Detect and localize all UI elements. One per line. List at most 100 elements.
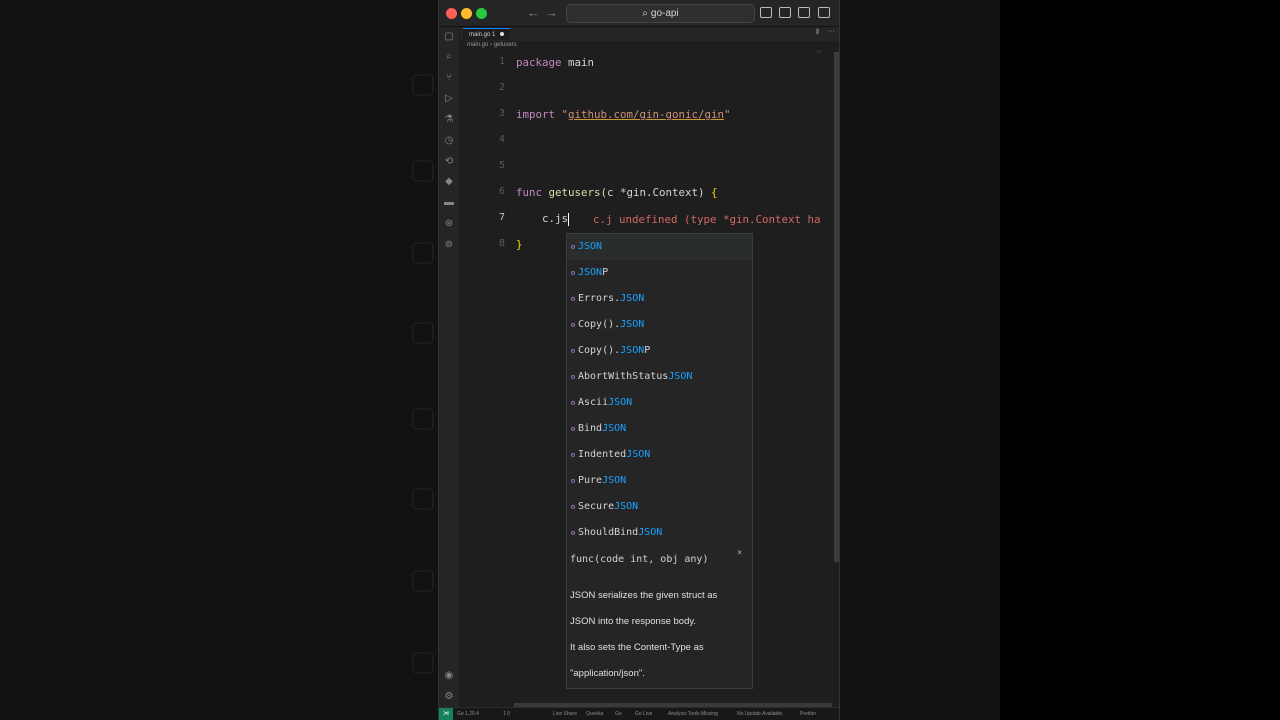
docker-icon[interactable]: ▬: [443, 197, 455, 209]
activity-bar: ▢ ⌕ ⑂ ▷ ⚗ ◷ ⟲ ◆ ▬ ⊛ ⊚ ◉ ⚙: [439, 27, 459, 707]
signature-text: func(code int, obj any): [570, 554, 709, 565]
more-actions-icon[interactable]: ···: [828, 28, 835, 35]
settings-icon[interactable]: ⚙: [443, 691, 455, 703]
close-window-button[interactable]: [446, 8, 457, 19]
command-center-search[interactable]: ⌕ go-api: [566, 4, 755, 23]
code-line-active[interactable]: c.js: [516, 212, 570, 226]
doc-line: It also sets the Content-Type as: [570, 642, 704, 653]
suggestion-item[interactable]: ⚙ Errors.JSON: [567, 286, 752, 312]
go-version[interactable]: Go 1.20.4: [457, 711, 479, 717]
remote-icon[interactable]: ⟲: [443, 156, 455, 168]
suggestion-widget: ⚙ JSON ⚙ JSONP ⚙ Errors.JSON ⚙ Copy().JSON ⚙…: [566, 233, 753, 545]
toggle-panel-icon[interactable]: [779, 7, 791, 18]
go-status[interactable]: Go: [615, 711, 622, 717]
vertical-scrollbar[interactable]: [834, 52, 839, 562]
toggle-sidebar-icon[interactable]: [760, 7, 772, 18]
go-icon[interactable]: ◆: [443, 176, 455, 188]
method-icon: ⚙: [570, 477, 576, 485]
inline-error-hint: c.j undefined (type *gin.Context ha: [593, 213, 821, 226]
method-icon: ⚙: [570, 373, 576, 381]
testing-icon[interactable]: ⚗: [443, 114, 455, 126]
tab-bar: main.go 1 ⫴ ···: [460, 27, 839, 41]
method-icon: ⚙: [570, 321, 576, 329]
extensions-icon[interactable]: ◷: [443, 135, 455, 147]
line-number: 1: [498, 56, 505, 67]
method-icon: ⚙: [570, 503, 576, 511]
suggestion-item[interactable]: ⚙ AsciiJSON: [567, 390, 752, 416]
line-number: 7: [498, 212, 505, 223]
suggestion-item[interactable]: ⚙ BindJSON: [567, 416, 752, 442]
source-control-icon[interactable]: ⑂: [443, 72, 455, 84]
method-icon: ⚙: [570, 269, 576, 277]
text-cursor: [568, 212, 570, 226]
suggestion-item[interactable]: ⚙ AbortWithStatusJSON: [567, 364, 752, 390]
suggestion-item[interactable]: ⚙ PureJSON: [567, 468, 752, 494]
accounts-icon[interactable]: ◉: [443, 670, 455, 682]
close-icon[interactable]: ×: [737, 548, 742, 557]
line-number: 4: [498, 134, 505, 145]
suggestion-item[interactable]: ⚙ Copy().JSONP: [567, 338, 752, 364]
split-editor-icon[interactable]: ⫴: [816, 29, 819, 37]
back-arrow-icon[interactable]: ←: [527, 5, 540, 20]
ghost-icon: [412, 322, 434, 344]
method-icon: ⚙: [570, 347, 576, 355]
line-number: 8: [498, 238, 505, 249]
doc-line: JSON into the response body.: [570, 616, 697, 627]
background-far-right: [1000, 0, 1280, 720]
forward-arrow-icon[interactable]: →: [545, 5, 558, 20]
ghost-icon: [412, 488, 434, 510]
suggestion-item[interactable]: ⚙ SecureJSON: [567, 494, 752, 520]
suggestion-details: func(code int, obj any) × JSON serialize…: [566, 544, 753, 689]
unsaved-dot-icon: [500, 32, 505, 37]
go-live-button[interactable]: Go Live: [635, 711, 652, 717]
analysis-tools-status[interactable]: Analysis Tools Missing: [668, 711, 718, 717]
tab-label: main.go 1: [469, 32, 496, 38]
update-status[interactable]: No Update Available: [737, 711, 782, 717]
breadcrumb-symbol[interactable]: getusers: [494, 42, 517, 48]
suggestion-item[interactable]: ⚙ JSONP: [567, 260, 752, 286]
code-line[interactable]: func getusers(c *gin.Context) {: [516, 186, 718, 199]
search-icon[interactable]: ⌕: [443, 51, 455, 63]
toggle-secondary-sidebar-icon[interactable]: [798, 7, 810, 18]
editor-window: ← → ⌕ go-api ▢ ⌕ ⑂ ▷ ⚗ ◷ ⟲ ◆ ▬ ⊛ ⊚ ◉ ⚙ m…: [438, 0, 840, 720]
window-title: go-api: [650, 8, 679, 19]
ghost-icon: [412, 652, 434, 674]
ghost-icon: [412, 160, 434, 182]
breadcrumb: main.go › getusers: [467, 42, 517, 48]
tab-main-go[interactable]: main.go 1: [463, 28, 511, 40]
problems-count[interactable]: 1 0: [503, 711, 510, 717]
run-debug-icon[interactable]: ▷: [443, 93, 455, 105]
method-icon: ⚙: [570, 399, 576, 407]
zoom-window-button[interactable]: [476, 8, 487, 19]
customize-layout-icon[interactable]: [818, 7, 830, 18]
minimap[interactable]: ▭: [817, 49, 831, 55]
code-line[interactable]: package main: [516, 56, 594, 69]
remote-indicator-icon[interactable]: ⋊: [439, 708, 453, 720]
suggestion-item[interactable]: ⚙ JSON: [567, 234, 752, 260]
ghost-icon: [412, 570, 434, 592]
code-line[interactable]: }: [516, 238, 523, 251]
explorer-icon[interactable]: ▢: [443, 31, 455, 43]
ghost-icon: [412, 74, 434, 96]
doc-line: JSON serializes the given struct as: [570, 590, 718, 601]
method-icon: ⚙: [570, 451, 576, 459]
live-share-icon[interactable]: ⊛: [443, 218, 455, 230]
line-number: 5: [498, 160, 505, 171]
method-icon: ⚙: [570, 425, 576, 433]
method-icon: ⚙: [570, 243, 576, 251]
suggestion-item[interactable]: ⚙ Copy().JSON: [567, 312, 752, 338]
ghost-icon: [412, 408, 434, 430]
prettier-button[interactable]: Prettier: [800, 711, 816, 717]
method-icon: ⚙: [570, 295, 576, 303]
suggestion-item[interactable]: ⚙ ShouldBindJSON: [567, 520, 752, 546]
line-number: 2: [498, 82, 505, 93]
minimize-window-button[interactable]: [461, 8, 472, 19]
code-line[interactable]: import "github.com/gin-gonic/gin": [516, 108, 731, 121]
copilot-icon[interactable]: ⊚: [443, 239, 455, 251]
breadcrumb-file[interactable]: main.go: [467, 42, 488, 48]
suggestion-item[interactable]: ⚙ IndentedJSON: [567, 442, 752, 468]
live-share-button[interactable]: Live Share: [553, 711, 577, 717]
title-bar: ← → ⌕ go-api: [439, 0, 839, 27]
quokka-button[interactable]: Quokka: [586, 711, 603, 717]
method-icon: ⚙: [570, 529, 576, 537]
